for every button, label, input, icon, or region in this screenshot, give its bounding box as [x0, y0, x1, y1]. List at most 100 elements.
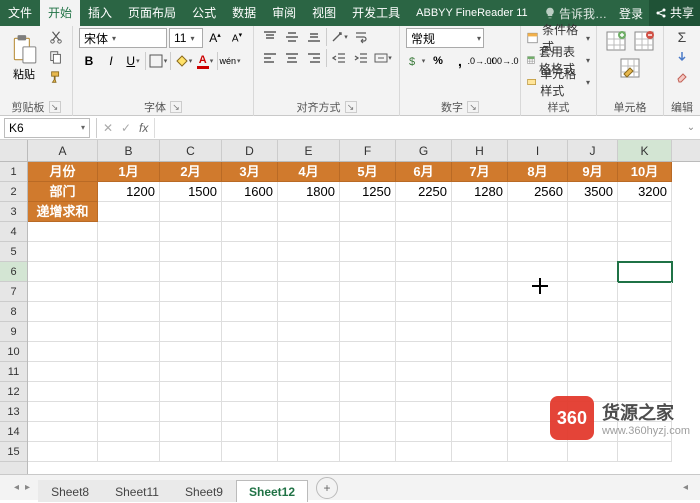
cell-H6[interactable]	[452, 262, 508, 282]
cell-J6[interactable]	[568, 262, 618, 282]
cell-A1[interactable]: 月份	[28, 162, 98, 182]
cell-E10[interactable]	[278, 342, 340, 362]
cell-C10[interactable]	[160, 342, 222, 362]
number-format-combo[interactable]: 常规▾	[406, 28, 484, 48]
col-header-I[interactable]: I	[508, 140, 568, 161]
cell-H4[interactable]	[452, 222, 508, 242]
cell-D2[interactable]: 1600	[222, 182, 278, 202]
tab-review[interactable]: 审阅	[264, 0, 304, 26]
enter-formula-button[interactable]: ✓	[117, 119, 135, 137]
border-button[interactable]: ▾	[148, 51, 168, 71]
cell-I8[interactable]	[508, 302, 568, 322]
cell-H13[interactable]	[452, 402, 508, 422]
worksheet[interactable]: ABCDEFGHIJK 123456789101112131415 月份1月2月…	[0, 140, 700, 474]
share-button[interactable]: 共享	[649, 0, 700, 26]
cell-B13[interactable]	[98, 402, 160, 422]
cell-D5[interactable]	[222, 242, 278, 262]
cell-G7[interactable]	[396, 282, 452, 302]
cell-G11[interactable]	[396, 362, 452, 382]
cell-B4[interactable]	[98, 222, 160, 242]
cell-K5[interactable]	[618, 242, 672, 262]
cell-E1[interactable]: 4月	[278, 162, 340, 182]
cell-A6[interactable]	[28, 262, 98, 282]
cell-H14[interactable]	[452, 422, 508, 442]
cell-K3[interactable]	[618, 202, 672, 222]
increase-indent-button[interactable]	[351, 49, 371, 67]
fill-color-button[interactable]: ▾	[173, 51, 193, 71]
cell-C13[interactable]	[160, 402, 222, 422]
cell-H5[interactable]	[452, 242, 508, 262]
cell-J8[interactable]	[568, 302, 618, 322]
cell-D10[interactable]	[222, 342, 278, 362]
cell-D4[interactable]	[222, 222, 278, 242]
cell-G5[interactable]	[396, 242, 452, 262]
tab-abbyy[interactable]: ABBYY FineReader 11	[408, 0, 536, 26]
cell-F4[interactable]	[340, 222, 396, 242]
tell-me[interactable]: 告诉我…	[538, 5, 613, 22]
cell-C11[interactable]	[160, 362, 222, 382]
cell-K9[interactable]	[618, 322, 672, 342]
cell-D14[interactable]	[222, 422, 278, 442]
decrease-indent-button[interactable]	[329, 49, 349, 67]
cell-G12[interactable]	[396, 382, 452, 402]
cell-F13[interactable]	[340, 402, 396, 422]
cell-E2[interactable]: 1800	[278, 182, 340, 202]
cell-C3[interactable]	[160, 202, 222, 222]
cell-E5[interactable]	[278, 242, 340, 262]
sheet-tab-Sheet8[interactable]: Sheet8	[38, 480, 102, 502]
col-header-A[interactable]: A	[28, 140, 98, 161]
cell-G6[interactable]	[396, 262, 452, 282]
align-center-button[interactable]	[282, 49, 302, 67]
percent-button[interactable]: %	[428, 51, 448, 71]
row-header-11[interactable]: 11	[0, 362, 27, 382]
cell-F6[interactable]	[340, 262, 396, 282]
cell-F9[interactable]	[340, 322, 396, 342]
align-bottom-button[interactable]	[304, 28, 324, 46]
cell-B2[interactable]: 1200	[98, 182, 160, 202]
hscroll-left[interactable]: ◂	[677, 482, 694, 493]
sheet-nav[interactable]: ◂▸	[6, 482, 38, 493]
cell-B12[interactable]	[98, 382, 160, 402]
row-header-3[interactable]: 3	[0, 202, 27, 222]
cell-B6[interactable]	[98, 262, 160, 282]
phonetic-button[interactable]: wén▾	[220, 51, 240, 71]
bold-button[interactable]: B	[79, 51, 99, 71]
autosum-button[interactable]: Σ	[670, 28, 694, 46]
sheet-tab-Sheet9[interactable]: Sheet9	[172, 480, 236, 502]
col-header-E[interactable]: E	[278, 140, 340, 161]
cell-I9[interactable]	[508, 322, 568, 342]
cell-K4[interactable]	[618, 222, 672, 242]
cell-H3[interactable]	[452, 202, 508, 222]
cell-F1[interactable]: 5月	[340, 162, 396, 182]
align-top-button[interactable]	[260, 28, 280, 46]
orientation-button[interactable]: ▾	[329, 28, 349, 46]
cell-E15[interactable]	[278, 442, 340, 462]
col-header-D[interactable]: D	[222, 140, 278, 161]
row-header-7[interactable]: 7	[0, 282, 27, 302]
cell-H1[interactable]: 7月	[452, 162, 508, 182]
cell-I1[interactable]: 8月	[508, 162, 568, 182]
cell-B7[interactable]	[98, 282, 160, 302]
cell-F15[interactable]	[340, 442, 396, 462]
cell-G2[interactable]: 2250	[396, 182, 452, 202]
cell-A7[interactable]	[28, 282, 98, 302]
cell-F7[interactable]	[340, 282, 396, 302]
row-header-4[interactable]: 4	[0, 222, 27, 242]
delete-button[interactable]	[631, 28, 657, 54]
tab-home[interactable]: 开始	[40, 0, 80, 26]
row-header-5[interactable]: 5	[0, 242, 27, 262]
font-name-combo[interactable]: 宋体▾	[79, 28, 167, 48]
formula-input[interactable]	[154, 118, 682, 138]
accounting-button[interactable]: $▾	[406, 51, 426, 71]
cell-B10[interactable]	[98, 342, 160, 362]
cell-C7[interactable]	[160, 282, 222, 302]
col-header-G[interactable]: G	[396, 140, 452, 161]
cell-B3[interactable]	[98, 202, 160, 222]
cell-J11[interactable]	[568, 362, 618, 382]
cell-B5[interactable]	[98, 242, 160, 262]
cell-D9[interactable]	[222, 322, 278, 342]
cell-K2[interactable]: 3200	[618, 182, 672, 202]
cell-H8[interactable]	[452, 302, 508, 322]
cell-E8[interactable]	[278, 302, 340, 322]
clear-button[interactable]	[670, 68, 694, 86]
